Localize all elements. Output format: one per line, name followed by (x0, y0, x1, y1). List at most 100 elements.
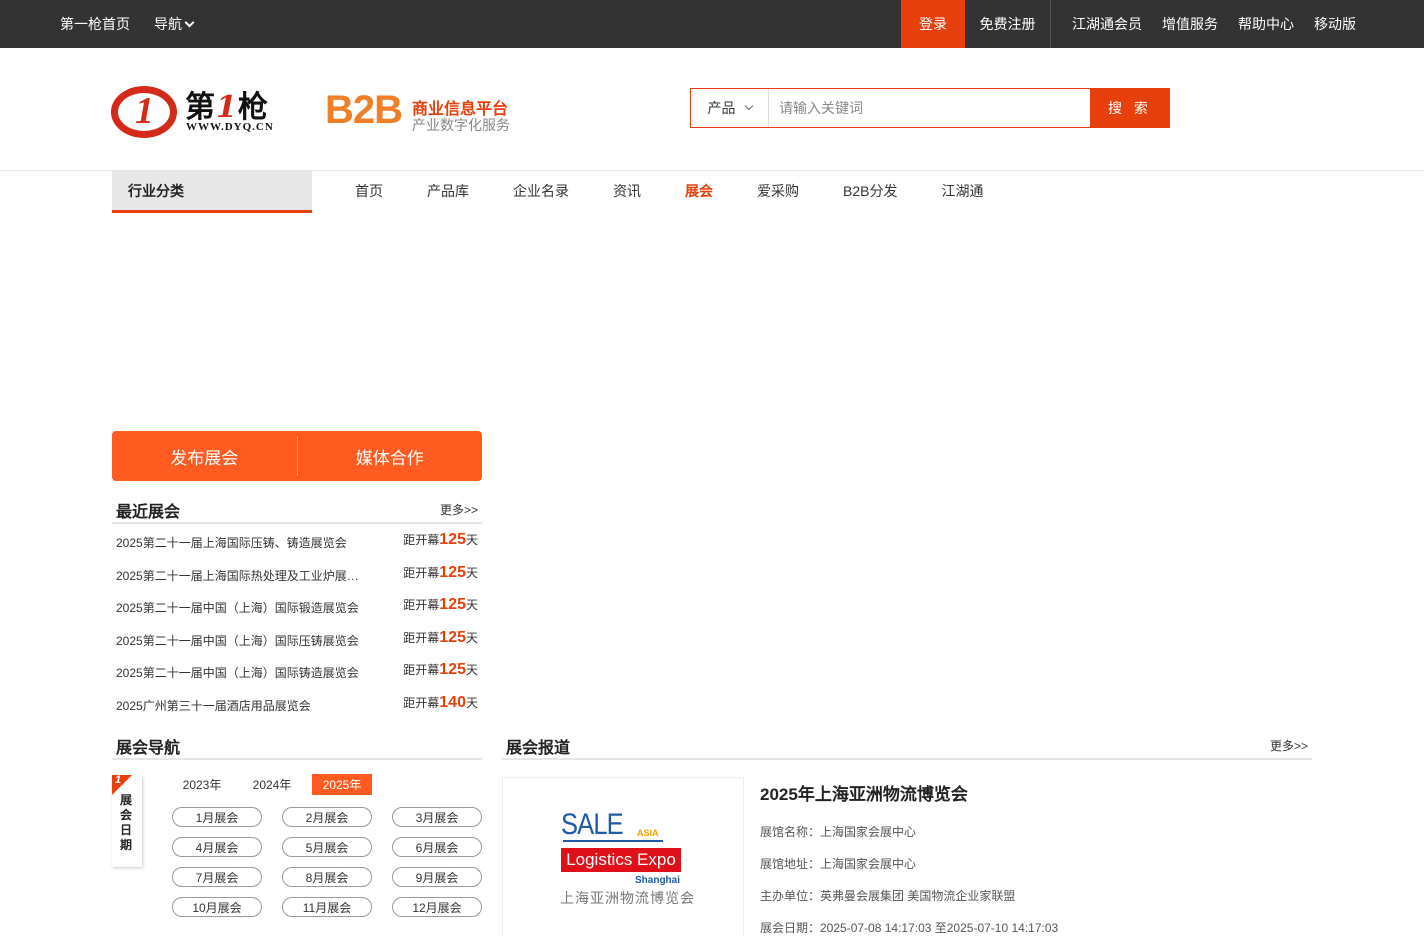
chevron-down-icon (184, 17, 195, 27)
top-link[interactable]: 增值服务 (1162, 14, 1218, 34)
expo-report-title: 展会报道 (506, 740, 571, 757)
img-cn-text: 上海亚洲物流博览会 (560, 890, 695, 906)
countdown-days: 140 (439, 693, 466, 711)
expo-name[interactable]: 2025第二十一届中国（上海）国际锻造展览会 (116, 599, 366, 616)
organizer: 主办单位：英弗曼会展集团 美国物流企业家联盟 (760, 889, 1016, 903)
nav-item[interactable]: 企业名录 (491, 181, 591, 201)
year-tabs: 2023年 2024年 2025年 (172, 774, 372, 795)
month-button[interactable]: 6月展会 (392, 837, 482, 857)
countdown-days: 125 (439, 531, 466, 548)
expo-name[interactable]: 2025第二十一届上海国际热处理及工业炉展览会 (116, 567, 366, 584)
expo-date-tag: 1 展会日期 (112, 774, 142, 867)
nav-dropdown[interactable]: 导航 (154, 14, 195, 34)
list-item[interactable]: 2025第二十一届上海国际压铸、铸造展览会 距开幕125天 (112, 531, 482, 564)
countdown: 距开幕125天 (403, 628, 478, 646)
expo-name[interactable]: 2025广州第三十一届酒店用品展览会 (116, 697, 366, 714)
month-button[interactable]: 4月展会 (172, 837, 262, 857)
publish-expo-button[interactable]: 发布展会 (112, 431, 297, 481)
month-button[interactable]: 11月展会 (282, 897, 372, 917)
expo-nav-header: 展会导航 (112, 732, 482, 760)
expo-name[interactable]: 2025第二十一届中国（上海）国际铸造展览会 (116, 664, 366, 681)
year-tab[interactable]: 2023年 (172, 774, 232, 795)
b2b-line2: 产业数字化服务 (412, 118, 510, 134)
countdown: 距开幕125天 (403, 596, 478, 613)
tag-number: 1 (115, 774, 122, 786)
search-input[interactable] (769, 89, 1090, 127)
logo-url: WWW.DYQ.CN (186, 121, 274, 133)
img-shanghai-text: Shanghai (635, 875, 681, 886)
list-item[interactable]: 2025第二十一届中国（上海）国际锻造展览会 距开幕125天 (112, 596, 482, 629)
nav-item[interactable]: 产品库 (405, 181, 491, 201)
media-cooperation-button[interactable]: 媒体合作 (298, 431, 483, 481)
list-item[interactable]: 2025第二十一届中国（上海）国际铸造展览会 距开幕125天 (112, 661, 482, 694)
top-links: 江湖通会员 增值服务 帮助中心 移动版 (1072, 0, 1356, 48)
search-bar: 产品 搜 索 (690, 88, 1170, 128)
countdown: 距开幕125天 (403, 563, 478, 581)
expo-report-header: 展会报道 更多>> (502, 732, 1312, 760)
action-buttons: 发布展会 媒体合作 (112, 431, 482, 481)
nav-item[interactable]: 爱采购 (735, 181, 821, 201)
chevron-down-icon (744, 101, 753, 111)
top-link[interactable]: 移动版 (1314, 14, 1356, 34)
nav-item[interactable]: 首页 (333, 181, 405, 201)
top-link[interactable]: 江湖通会员 (1072, 14, 1142, 34)
countdown: 距开幕125天 (403, 531, 478, 548)
top-bar: 第一枪首页 导航 登录 免费注册 江湖通会员 增值服务 帮助中心 移动版 (0, 0, 1424, 48)
recent-expos-header: 最近展会 更多>> (112, 496, 482, 524)
img-sale-text: SALE (561, 808, 624, 841)
img-underline (563, 840, 663, 842)
countdown-days: 125 (439, 628, 466, 646)
search-button[interactable]: 搜 索 (1090, 88, 1170, 128)
report-image[interactable]: SALE ASIA Logistics Expo Shanghai 上海亚洲物流… (502, 777, 744, 937)
month-button[interactable]: 8月展会 (282, 867, 372, 887)
month-button[interactable]: 5月展会 (282, 837, 372, 857)
search-category-label: 产品 (707, 100, 736, 116)
month-button[interactable]: 3月展会 (392, 807, 482, 827)
month-button[interactable]: 2月展会 (282, 807, 372, 827)
img-logistics-text: Logistics Expo (561, 848, 681, 872)
month-button[interactable]: 7月展会 (172, 867, 262, 887)
countdown: 距开幕140天 (403, 693, 478, 711)
register-button[interactable]: 免费注册 (965, 0, 1051, 48)
venue-name: 展馆名称：上海国家会展中心 (760, 825, 917, 839)
expo-name[interactable]: 2025第二十一届上海国际压铸、铸造展览会 (116, 534, 366, 551)
expo-nav-title: 展会导航 (116, 740, 181, 757)
main-nav: 首页 产品库 企业名录 资讯 展会 爱采购 B2B分发 江湖通 (333, 171, 1005, 211)
countdown-days: 125 (439, 563, 466, 581)
search-category-select[interactable]: 产品 (691, 89, 769, 127)
year-tab[interactable]: 2025年 (312, 774, 372, 795)
month-button[interactable]: 9月展会 (392, 867, 482, 887)
site-logo[interactable]: 1 第1枪 WWW.DYQ.CN (111, 84, 291, 140)
report-more-link[interactable]: 更多>> (1270, 737, 1308, 754)
venue-address: 展馆地址：上海国家会展中心 (760, 857, 917, 871)
year-tab[interactable]: 2024年 (242, 774, 302, 795)
list-item[interactable]: 2025第二十一届中国（上海）国际压铸展览会 距开幕125天 (112, 629, 482, 662)
home-link[interactable]: 第一枪首页 (60, 14, 130, 34)
month-button[interactable]: 12月展会 (392, 897, 482, 917)
logo-mark: 1 (111, 86, 177, 138)
report-headline[interactable]: 2025年上海亚洲物流博览会 (760, 780, 968, 805)
recent-expos-title: 最近展会 (116, 504, 181, 521)
nav-item[interactable]: B2B分发 (821, 181, 919, 201)
month-button[interactable]: 1月展会 (172, 807, 262, 827)
tag-label: 展会日期 (120, 793, 133, 852)
recent-expos-list: 2025第二十一届上海国际压铸、铸造展览会 距开幕125天 2025第二十一届上海国… (112, 531, 482, 726)
img-asia-text: ASIA (637, 828, 659, 838)
nav-item[interactable]: 江湖通 (919, 181, 1005, 201)
industry-category-menu[interactable]: 行业分类 (112, 171, 312, 213)
expo-name[interactable]: 2025第二十一届中国（上海）国际压铸展览会 (116, 632, 366, 649)
list-item[interactable]: 2025广州第三十一届酒店用品展览会 距开幕140天 (112, 694, 482, 727)
nav-item[interactable]: 展会 (663, 181, 735, 201)
countdown: 距开幕125天 (403, 661, 478, 678)
expo-dates: 展会日期：2025-07-08 14:17:03 至2025-07-10 14:… (760, 921, 1059, 935)
logo-name: 第1枪 (185, 90, 269, 125)
nav-dropdown-label: 导航 (154, 16, 182, 32)
top-link[interactable]: 帮助中心 (1238, 14, 1294, 34)
nav-item[interactable]: 资讯 (591, 181, 663, 201)
login-button[interactable]: 登录 (901, 0, 965, 48)
countdown-days: 125 (439, 661, 466, 678)
report-info: 展馆名称：上海国家会展中心 展馆地址：上海国家会展中心 主办单位：英弗曼会展集团… (760, 823, 1058, 951)
list-item[interactable]: 2025第二十一届上海国际热处理及工业炉展览会 距开幕125天 (112, 564, 482, 597)
recent-more-link[interactable]: 更多>> (440, 501, 478, 518)
month-button[interactable]: 10月展会 (172, 897, 262, 917)
